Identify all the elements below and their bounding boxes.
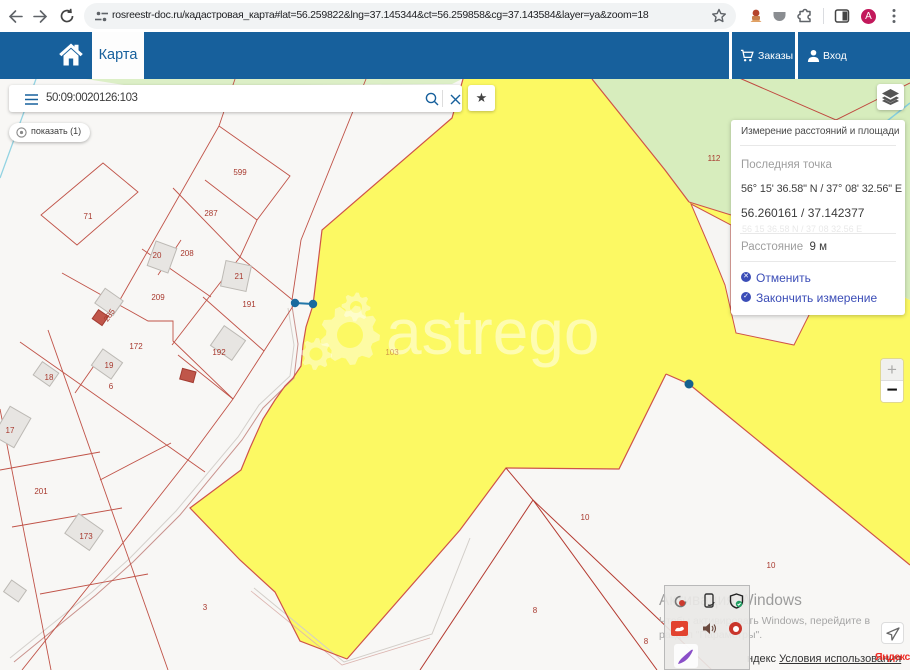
svg-text:10: 10 <box>581 513 590 522</box>
svg-text:209: 209 <box>151 293 165 302</box>
svg-text:208: 208 <box>180 249 194 258</box>
svg-text:8: 8 <box>533 606 538 615</box>
svg-text:103: 103 <box>385 348 399 357</box>
svg-text:599: 599 <box>233 168 247 177</box>
svg-text:173: 173 <box>79 532 93 541</box>
svg-text:6: 6 <box>109 382 114 391</box>
svg-text:8: 8 <box>644 637 649 646</box>
svg-text:71: 71 <box>84 212 93 221</box>
svg-text:21: 21 <box>235 272 244 281</box>
svg-text:17: 17 <box>6 426 15 435</box>
svg-text:112: 112 <box>708 154 721 163</box>
svg-text:10: 10 <box>767 561 776 570</box>
svg-text:191: 191 <box>242 300 256 309</box>
svg-text:201: 201 <box>34 487 48 496</box>
svg-text:19: 19 <box>105 361 114 370</box>
svg-text:287: 287 <box>204 209 218 218</box>
svg-text:192: 192 <box>212 348 226 357</box>
svg-text:18: 18 <box>45 373 54 382</box>
svg-text:20: 20 <box>153 251 162 260</box>
svg-text:172: 172 <box>129 342 143 351</box>
svg-text:3: 3 <box>203 603 208 612</box>
svg-text:astrego: astrego <box>386 296 599 368</box>
